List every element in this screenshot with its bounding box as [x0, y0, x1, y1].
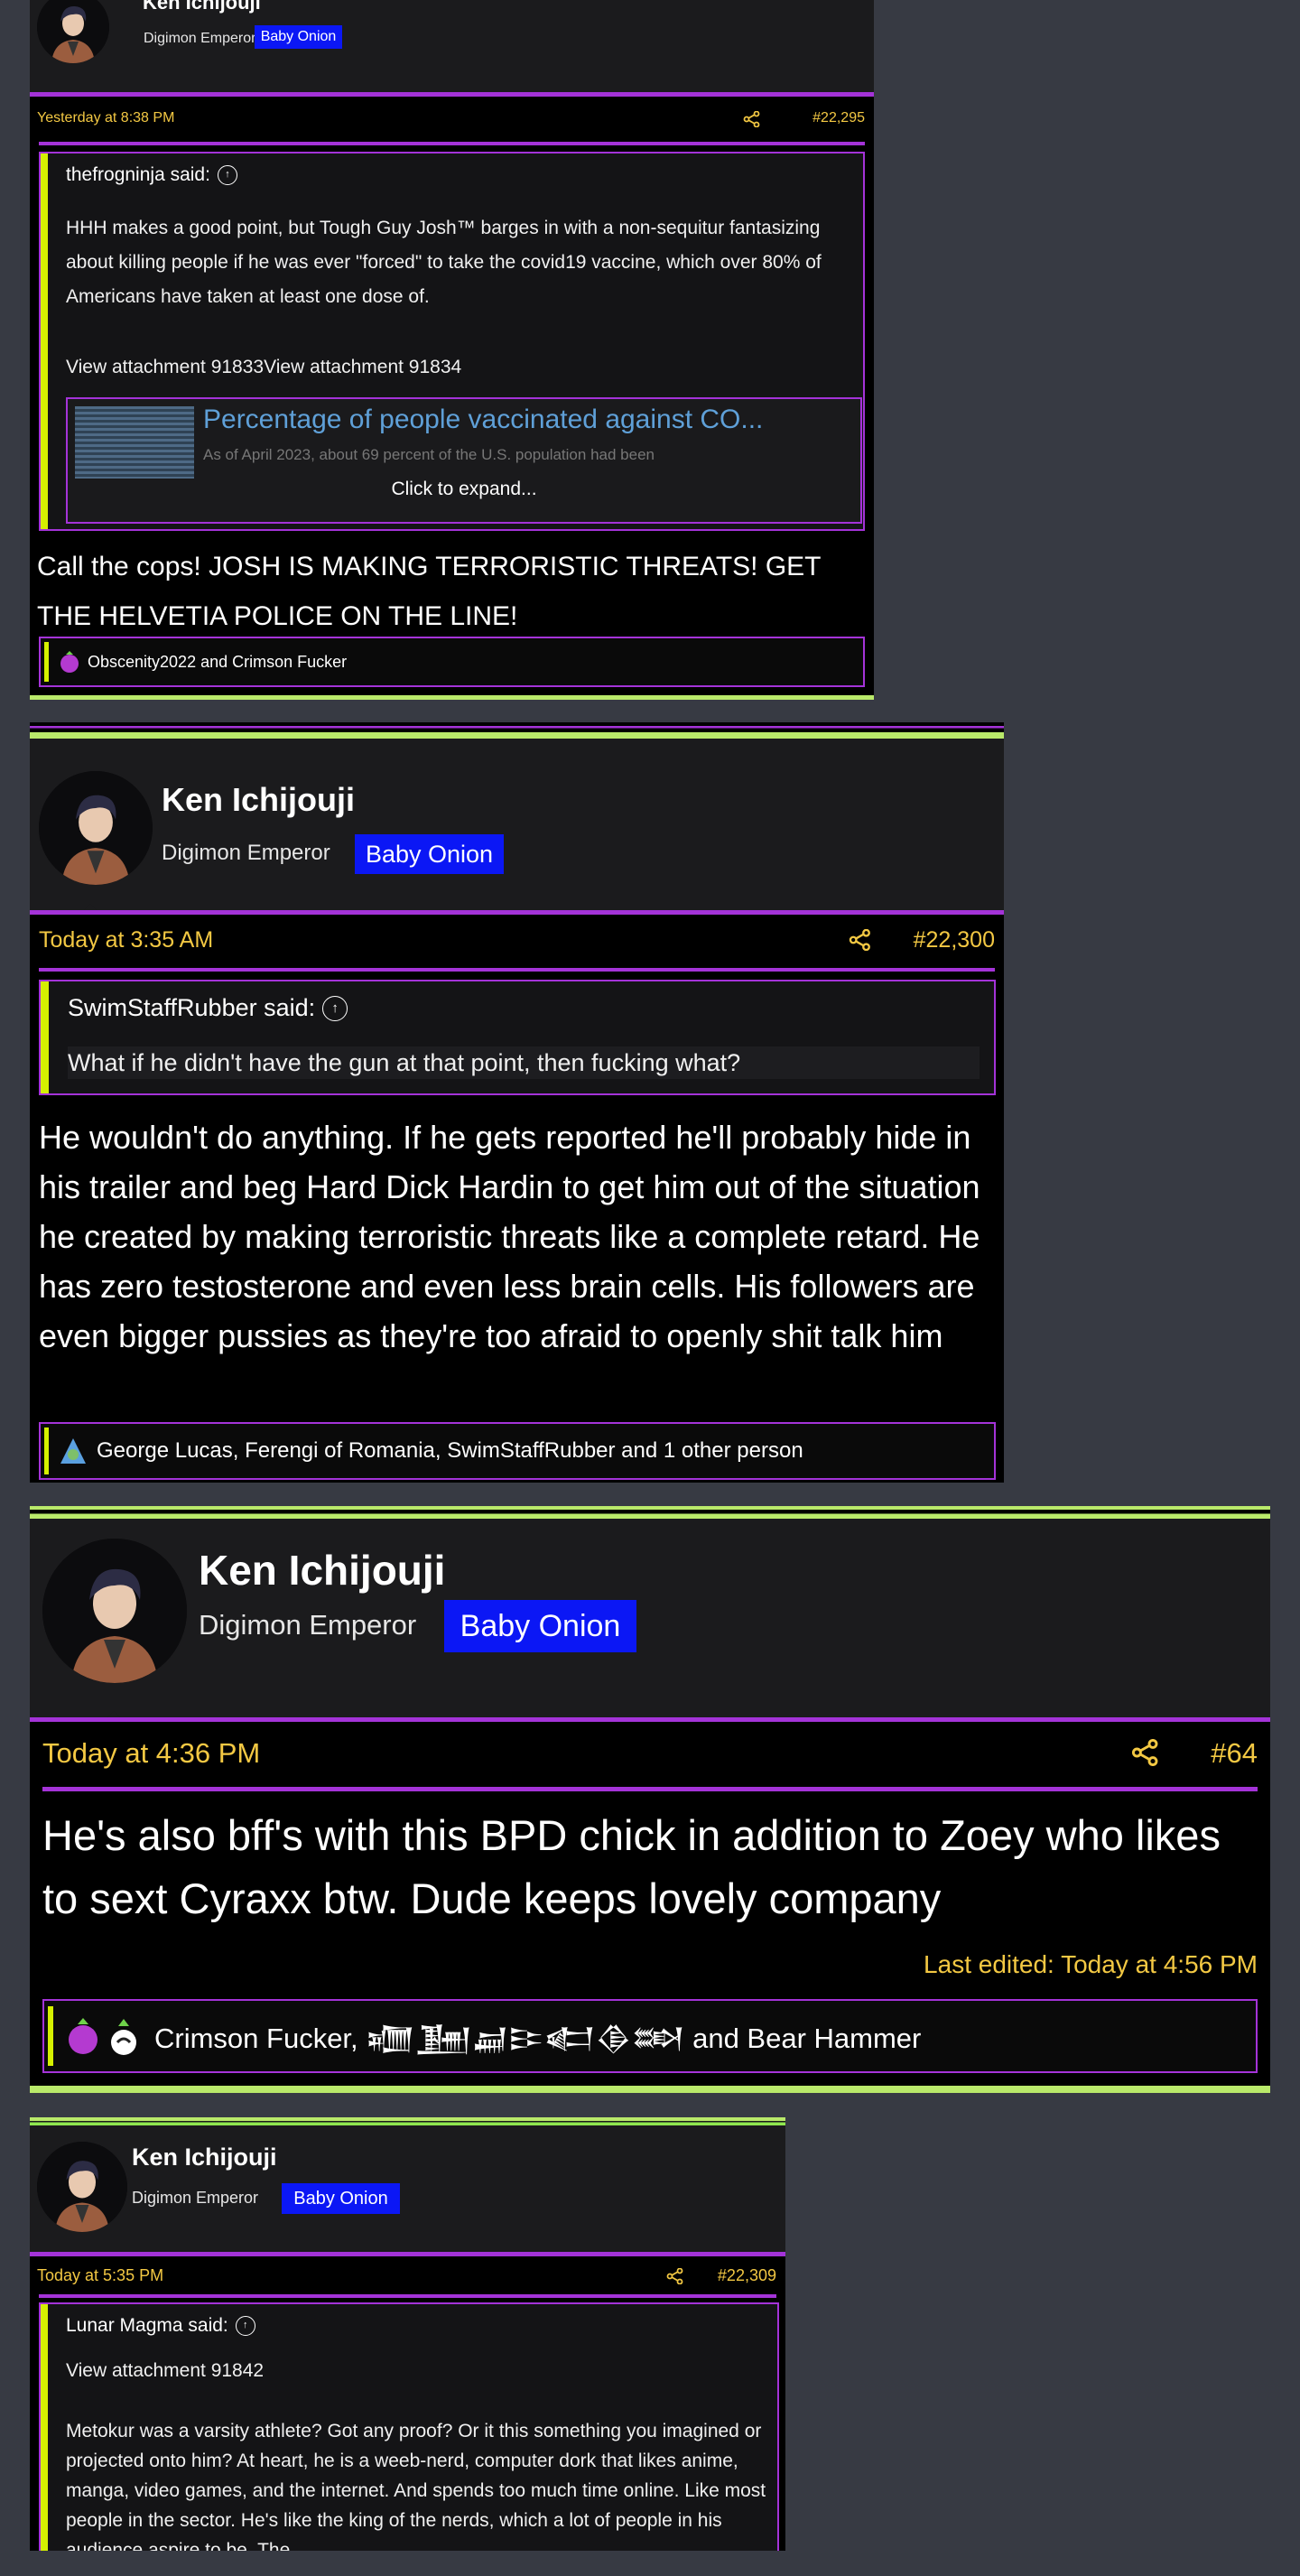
embed-title[interactable]: Percentage of people vaccinated against …: [203, 405, 853, 435]
user-title: Digimon Emperor: [162, 841, 330, 865]
user-title: Digimon Emperor: [132, 2189, 259, 2207]
post-body: He wouldn't do anything. If he gets repo…: [39, 1119, 980, 1354]
avatar[interactable]: [39, 771, 153, 885]
user-title: Digimon Emperor: [144, 31, 256, 46]
quote-block: thefrogninja said: ↑ HHH makes a good po…: [39, 152, 865, 531]
user-badge: Baby Onion: [355, 834, 504, 874]
post-date[interactable]: Yesterday at 8:38 PM: [37, 110, 174, 126]
quote-block: SwimStaffRubber said: ↑ What if he didn'…: [39, 980, 996, 1095]
reactions-text[interactable]: Crimson Fucker, 𒁾𒂞𒃷𒄿𒅗𒆠𒇷 and Bear Hammer: [154, 2004, 921, 2068]
divider: [39, 968, 995, 972]
click-to-expand[interactable]: Click to expand...: [68, 479, 860, 500]
last-edited[interactable]: Last edited: Today at 4:56 PM: [924, 1950, 1258, 1979]
avatar[interactable]: [37, 0, 109, 63]
share-icon[interactable]: [1131, 1739, 1160, 1766]
divider: [30, 910, 1004, 915]
user-title: Digimon Emperor: [199, 1609, 417, 1641]
user-header: Ken Ichijouji Digimon Emperor Baby Onion: [30, 1519, 1270, 1717]
username[interactable]: Ken Ichijouji: [199, 1546, 445, 1595]
post-64: Ken Ichijouji Digimon Emperor Baby Onion…: [30, 1506, 1270, 2093]
post-meta: Yesterday at 8:38 PM #22,295: [30, 110, 874, 128]
link-embed[interactable]: Percentage of people vaccinated against …: [66, 397, 862, 524]
quote-attachments[interactable]: View attachment 91842: [66, 2357, 770, 2385]
username[interactable]: Ken Ichijouji: [132, 2144, 277, 2171]
post-meta: Today at 5:35 PM #22,309: [30, 2266, 785, 2286]
post-date[interactable]: Today at 4:36 PM: [42, 1737, 260, 1770]
jump-to-quote-icon[interactable]: ↑: [235, 2316, 255, 2336]
embed-thumbnail: [75, 406, 194, 479]
share-icon[interactable]: [849, 929, 872, 951]
quote-block: Lunar Magma said: ↑ View attachment 9184…: [39, 2302, 779, 2551]
post-bottom-border: [30, 2086, 1270, 2093]
reactions-text[interactable]: George Lucas, Ferengi of Romania, SwimSt…: [97, 1438, 803, 1464]
jump-to-quote-icon[interactable]: ↑: [217, 165, 237, 185]
user-badge: Baby Onion: [444, 1600, 636, 1652]
post-22295: Ken Ichijouji Digimon Emperor Baby Onion…: [30, 0, 874, 700]
quote-attachments[interactable]: View attachment 91833View attachment 918…: [66, 350, 851, 385]
divider: [30, 92, 874, 97]
reaction-icon: [106, 2015, 142, 2057]
avatar[interactable]: [42, 1539, 187, 1683]
jump-to-quote-icon[interactable]: ↑: [322, 995, 348, 1021]
quote-text: Metokur was a varsity athlete? Got any p…: [66, 2421, 766, 2551]
reaction-icon: [57, 649, 82, 674]
post-number[interactable]: #22,309: [718, 2266, 776, 2285]
divider: [30, 2252, 785, 2256]
reactions-bar[interactable]: George Lucas, Ferengi of Romania, SwimSt…: [39, 1422, 996, 1480]
divider: [39, 142, 865, 145]
reactions-text[interactable]: Obscenity2022 and Crimson Fucker: [88, 653, 347, 672]
share-icon[interactable]: [666, 2268, 684, 2284]
post-body: He's also bff's with this BPD chick in a…: [42, 1811, 1221, 1922]
username[interactable]: Ken Ichijouji: [143, 0, 261, 14]
user-badge: Baby Onion: [255, 25, 342, 49]
post-number[interactable]: #22,295: [812, 110, 865, 126]
post-number[interactable]: #22,300: [914, 927, 995, 953]
post-22309: Ken Ichijouji Digimon Emperor Baby Onion…: [30, 2117, 785, 2551]
quote-text: HHH makes a good point, but Tough Guy Jo…: [66, 218, 822, 307]
username[interactable]: Ken Ichijouji: [162, 781, 355, 819]
quote-author[interactable]: Lunar Magma said: ↑: [66, 2315, 255, 2337]
avatar[interactable]: [37, 2142, 127, 2232]
user-badge: Baby Onion: [282, 2183, 400, 2214]
post-22300: Ken Ichijouji Digimon Emperor Baby Onion…: [30, 722, 1004, 1483]
divider: [30, 1717, 1270, 1722]
post-number[interactable]: #64: [1211, 1737, 1258, 1770]
divider: [42, 1787, 1258, 1791]
reaction-icon: [62, 2015, 104, 2057]
post-body: Call the cops! JOSH IS MAKING TERRORISTI…: [37, 552, 821, 631]
quote-author[interactable]: SwimStaffRubber said: ↑: [68, 994, 348, 1022]
embed-subtitle: As of April 2023, about 69 percent of th…: [203, 446, 655, 463]
quote-text: What if he didn't have the gun at that p…: [68, 1046, 980, 1079]
post-meta: Today at 3:35 AM #22,300: [30, 927, 1004, 954]
quote-author[interactable]: thefrogninja said: ↑: [66, 164, 237, 186]
share-icon[interactable]: [743, 111, 761, 127]
reactions-bar[interactable]: Obscenity2022 and Crimson Fucker: [39, 637, 865, 687]
reaction-icon: [57, 1435, 89, 1467]
user-header: Ken Ichijouji Digimon Emperor Baby Onion: [30, 2125, 785, 2252]
post-date[interactable]: Today at 5:35 PM: [37, 2266, 163, 2285]
user-header: Ken Ichijouji Digimon Emperor Baby Onion: [30, 739, 1004, 910]
post-bottom-border: [30, 695, 874, 700]
post-meta: Today at 4:36 PM #64: [30, 1737, 1270, 1770]
user-header: Ken Ichijouji Digimon Emperor Baby Onion: [30, 0, 874, 92]
divider: [39, 2294, 776, 2298]
reactions-bar[interactable]: Crimson Fucker, 𒁾𒂞𒃷𒄿𒅗𒆠𒇷 and Bear Hammer: [42, 1999, 1258, 2073]
post-date[interactable]: Today at 3:35 AM: [39, 927, 213, 953]
